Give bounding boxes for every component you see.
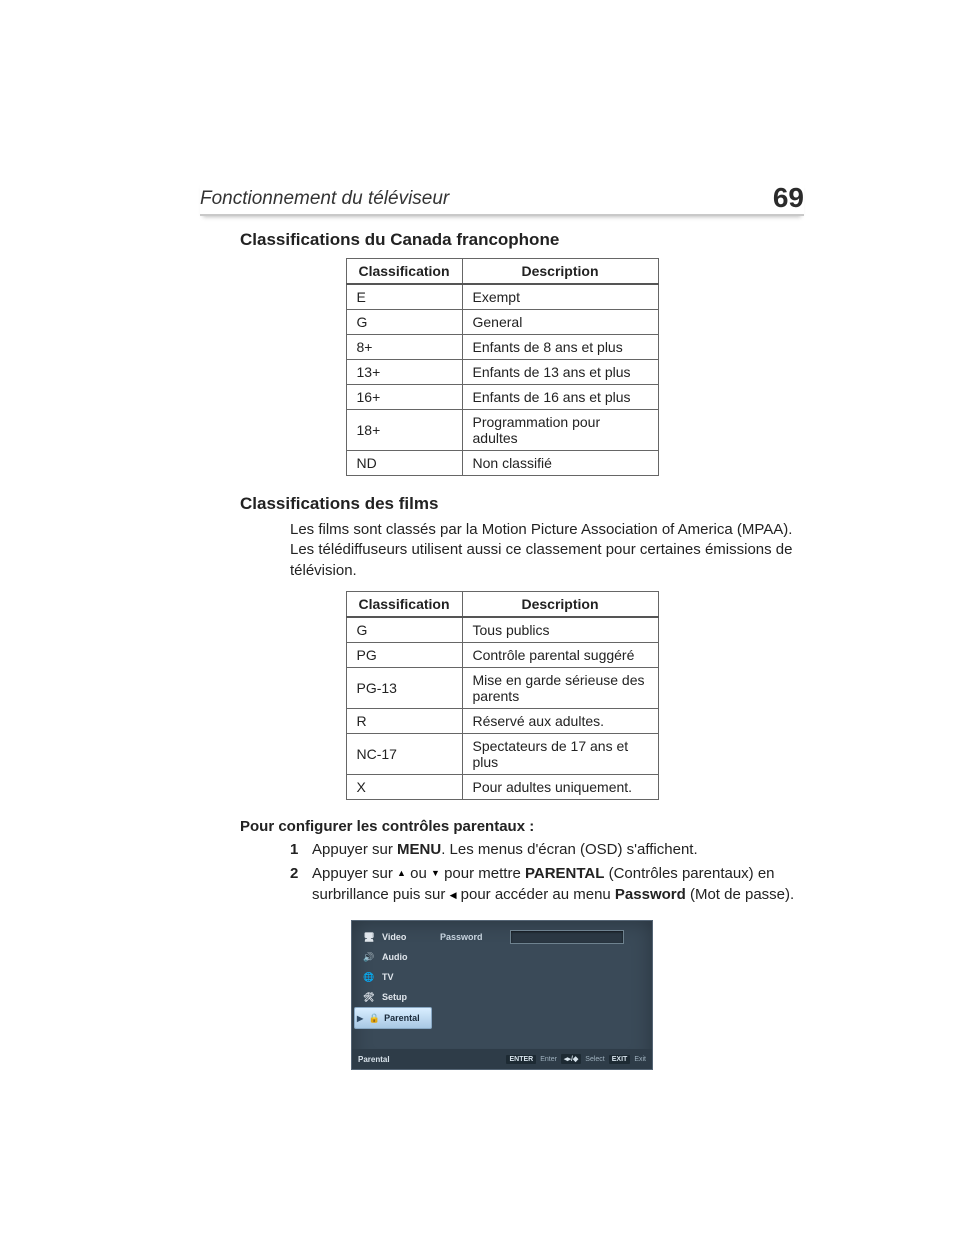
cell-description: General — [462, 310, 658, 335]
table-header-row: Classification Description — [346, 591, 658, 617]
cell-description: Enfants de 13 ans et plus — [462, 360, 658, 385]
osd-menu-tv[interactable]: 🌐 TV — [352, 967, 434, 987]
cell-description: Exempt — [462, 284, 658, 310]
step-number: 1 — [290, 839, 298, 861]
osd-select-tag: ◂▸/◆ — [561, 1054, 581, 1064]
table-row: NDNon classifié — [346, 451, 658, 476]
osd-menu-label: Video — [382, 932, 406, 942]
audio-icon: 🔊 — [362, 952, 376, 963]
cell-classification: R — [346, 708, 462, 733]
step-number: 2 — [290, 863, 298, 885]
key-menu: MENU — [397, 841, 441, 858]
step-2: 2 Appuyer sur ▲ ou ▼ pour mettre PARENTA… — [290, 863, 804, 907]
arrow-down-icon: ▼ — [431, 869, 440, 878]
col-description: Description — [462, 591, 658, 617]
table-row: 13+Enfants de 13 ans et plus — [346, 360, 658, 385]
table-header-row: Classification Description — [346, 259, 658, 285]
table-row: 16+Enfants de 16 ans et plus — [346, 385, 658, 410]
osd-menu-audio[interactable]: 🔊 Audio — [352, 947, 434, 967]
table-canada-fr: Classification Description EExemptGGener… — [346, 258, 659, 476]
table-row: EExempt — [346, 284, 658, 310]
cell-description: Non classifié — [462, 451, 658, 476]
table-row: 8+Enfants de 8 ans et plus — [346, 335, 658, 360]
cell-classification: G — [346, 617, 462, 643]
table-row: 18+Programmation pour adultes — [346, 410, 658, 451]
osd-sidebar: 🖥 Video 🔊 Audio 🌐 TV 🛠 Setup ▶ 🔒 — [352, 921, 434, 1049]
osd-screenshot: 🖥 Video 🔊 Audio 🌐 TV 🛠 Setup ▶ 🔒 — [351, 920, 653, 1070]
cell-classification: PG — [346, 642, 462, 667]
osd-menu-label: Audio — [382, 952, 408, 962]
table-row: PGContrôle parental suggéré — [346, 642, 658, 667]
cell-description: Spectateurs de 17 ans et plus — [462, 733, 658, 774]
osd-menu-setup[interactable]: 🛠 Setup — [352, 987, 434, 1007]
chapter-title: Fonctionnement du téléviseur — [200, 188, 449, 210]
osd-menu-label: Parental — [384, 1013, 420, 1023]
video-icon: 🖥 — [362, 932, 376, 943]
cell-classification: X — [346, 774, 462, 799]
cell-classification: NC-17 — [346, 733, 462, 774]
osd-enter-text: Enter — [540, 1056, 557, 1063]
cell-description: Tous publics — [462, 617, 658, 643]
table-row: GTous publics — [346, 617, 658, 643]
cell-description: Pour adultes uniquement. — [462, 774, 658, 799]
col-classification: Classification — [346, 591, 462, 617]
osd-password-row: Password — [434, 927, 652, 947]
arrow-up-icon: ▲ — [397, 869, 406, 878]
osd-menu-video[interactable]: 🖥 Video — [352, 927, 434, 947]
key-parental: PARENTAL — [525, 865, 604, 882]
document-page: Fonctionnement du téléviseur 69 Classifi… — [0, 0, 954, 1235]
cell-description: Enfants de 8 ans et plus — [462, 335, 658, 360]
cell-classification: 16+ — [346, 385, 462, 410]
instructions-title: Pour configurer les contrôles parentaux … — [240, 818, 804, 835]
cell-classification: 18+ — [346, 410, 462, 451]
osd-content: Password — [434, 921, 652, 1049]
cell-classification: 13+ — [346, 360, 462, 385]
tv-icon: 🌐 — [362, 972, 376, 983]
cell-classification: E — [346, 284, 462, 310]
cell-classification: PG-13 — [346, 667, 462, 708]
step-text: Appuyer sur MENU. Les menus d'écran (OSD… — [312, 841, 698, 858]
cell-classification: G — [346, 310, 462, 335]
heading-canada-fr: Classifications du Canada francophone — [240, 230, 804, 250]
cell-description: Enfants de 16 ans et plus — [462, 385, 658, 410]
cell-description: Programmation pour adultes — [462, 410, 658, 451]
osd-footer: Parental ENTER Enter ◂▸/◆ Select EXIT Ex… — [352, 1049, 652, 1069]
cell-classification: 8+ — [346, 335, 462, 360]
table-row: XPour adultes uniquement. — [346, 774, 658, 799]
table-row: GGeneral — [346, 310, 658, 335]
osd-field-label: Password — [434, 932, 510, 942]
osd-enter-tag: ENTER — [506, 1055, 536, 1064]
heading-films: Classifications des films — [240, 494, 804, 514]
osd-select-text: Select — [585, 1056, 604, 1063]
setup-icon: 🛠 — [362, 992, 376, 1003]
page-header: Fonctionnement du téléviseur 69 — [200, 180, 804, 216]
cell-description: Contrôle parental suggéré — [462, 642, 658, 667]
osd-menu-label: TV — [382, 972, 394, 982]
osd-password-input[interactable] — [510, 930, 624, 944]
step-text: Appuyer sur ▲ ou ▼ pour mettre PARENTAL … — [312, 865, 794, 904]
osd-exit-text: Exit — [634, 1056, 646, 1063]
col-classification: Classification — [346, 259, 462, 285]
cell-description: Réservé aux adultes. — [462, 708, 658, 733]
table-row: RRéservé aux adultes. — [346, 708, 658, 733]
cell-description: Mise en garde sérieuse des parents — [462, 667, 658, 708]
osd-breadcrumb: Parental — [358, 1055, 390, 1064]
step-1: 1 Appuyer sur MENU. Les menus d'écran (O… — [290, 839, 804, 861]
table-films: Classification Description GTous publics… — [346, 591, 659, 800]
col-description: Description — [462, 259, 658, 285]
instructions-list: 1 Appuyer sur MENU. Les menus d'écran (O… — [290, 839, 804, 906]
table-row: NC-17Spectateurs de 17 ans et plus — [346, 733, 658, 774]
osd-exit-tag: EXIT — [609, 1055, 631, 1064]
osd-menu-label: Setup — [382, 992, 407, 1002]
cell-classification: ND — [346, 451, 462, 476]
films-intro: Les films sont classés par la Motion Pic… — [290, 520, 804, 581]
key-password: Password — [615, 886, 686, 903]
osd-hints: ENTER Enter ◂▸/◆ Select EXIT Exit — [506, 1054, 646, 1064]
parental-icon: 🔒 — [367, 1013, 381, 1024]
osd-menu-parental[interactable]: ▶ 🔒 Parental — [354, 1007, 432, 1029]
osd-body: 🖥 Video 🔊 Audio 🌐 TV 🛠 Setup ▶ 🔒 — [352, 921, 652, 1049]
table-row: PG-13Mise en garde sérieuse des parents — [346, 667, 658, 708]
chevron-right-icon: ▶ — [357, 1014, 363, 1023]
page-number: 69 — [773, 182, 804, 214]
